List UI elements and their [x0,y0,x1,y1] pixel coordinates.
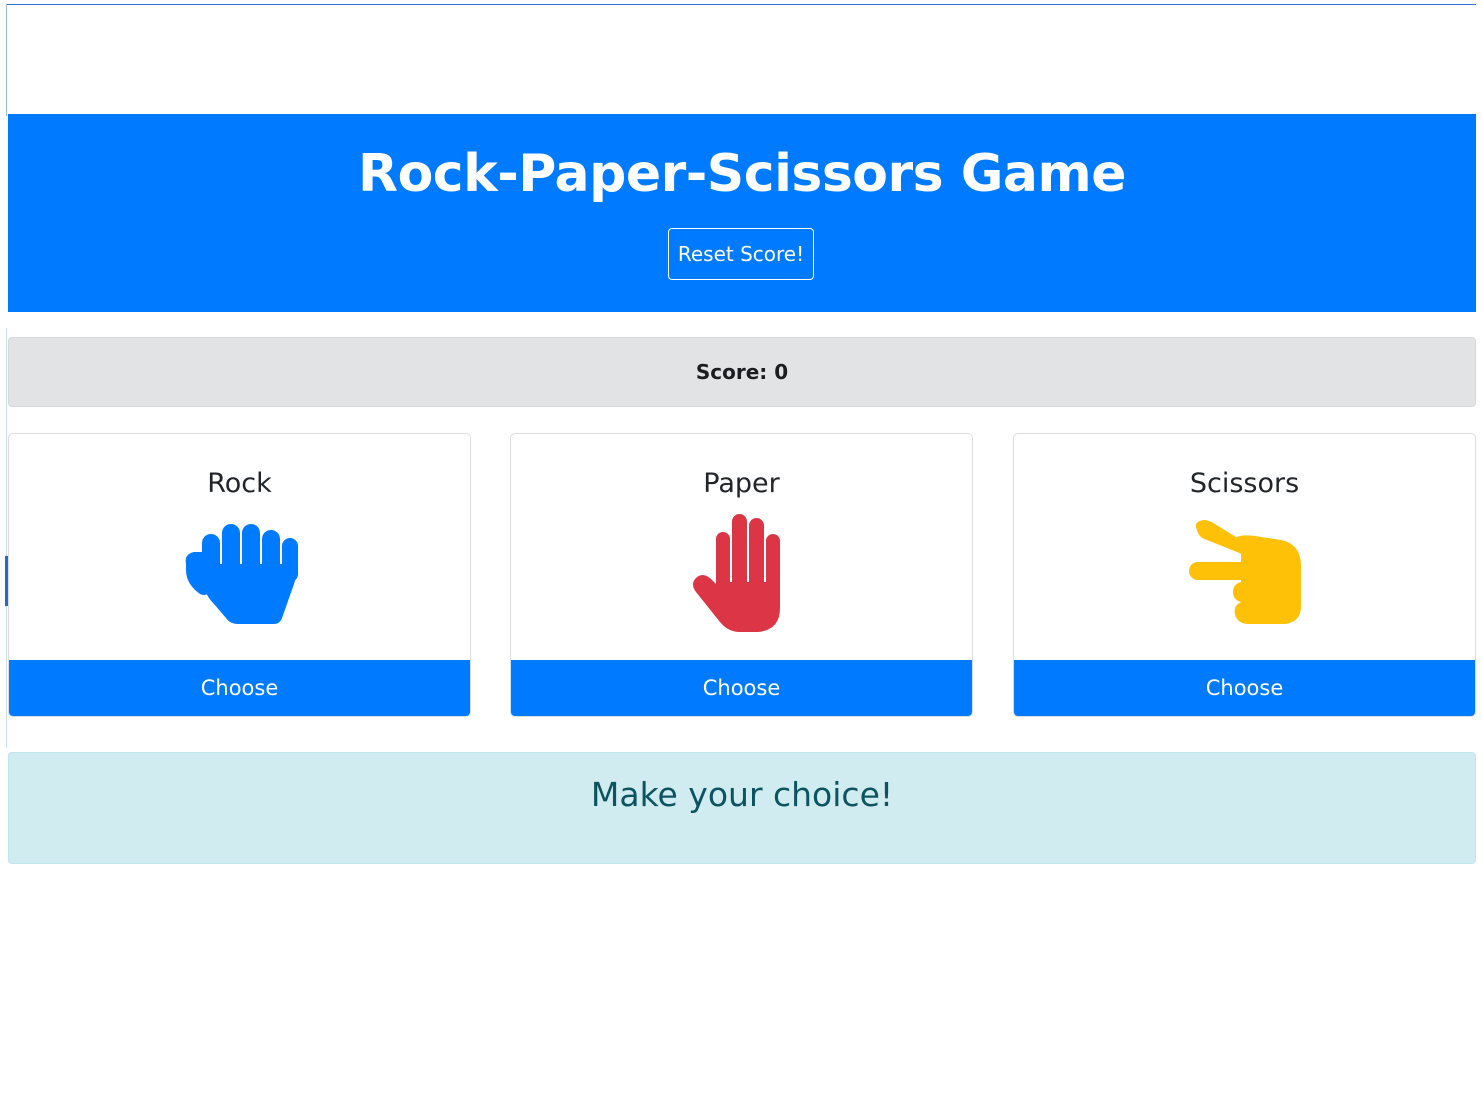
page-title: Rock-Paper-Scissors Game [358,144,1126,204]
choose-scissors-button[interactable]: Choose [1014,660,1475,716]
left-border-line [6,4,7,116]
score-display: Score: 0 [8,337,1476,407]
choice-card-paper: Paper Choose [510,433,973,717]
header-banner: Rock-Paper-Scissors Game Reset Score! [8,114,1476,312]
scissors-hand-icon [1014,514,1475,634]
choice-card-rock: Rock Choose [8,433,471,717]
choice-card-scissors: Scissors Choose [1013,433,1476,717]
choice-title-paper: Paper [703,468,780,499]
reset-score-button[interactable]: Reset Score! [668,228,814,280]
open-hand-icon [511,514,972,634]
left-border-line-lower [6,328,7,748]
top-border-line [6,4,1476,5]
choose-rock-button[interactable]: Choose [9,660,470,716]
choice-title-scissors: Scissors [1189,468,1300,499]
score-label: Score: 0 [695,360,789,384]
choice-title-rock: Rock [207,468,272,499]
choose-paper-button[interactable]: Choose [511,660,972,716]
result-message: Make your choice! [590,775,894,814]
result-message-box: Make your choice! [8,752,1476,864]
fist-icon [9,514,470,634]
